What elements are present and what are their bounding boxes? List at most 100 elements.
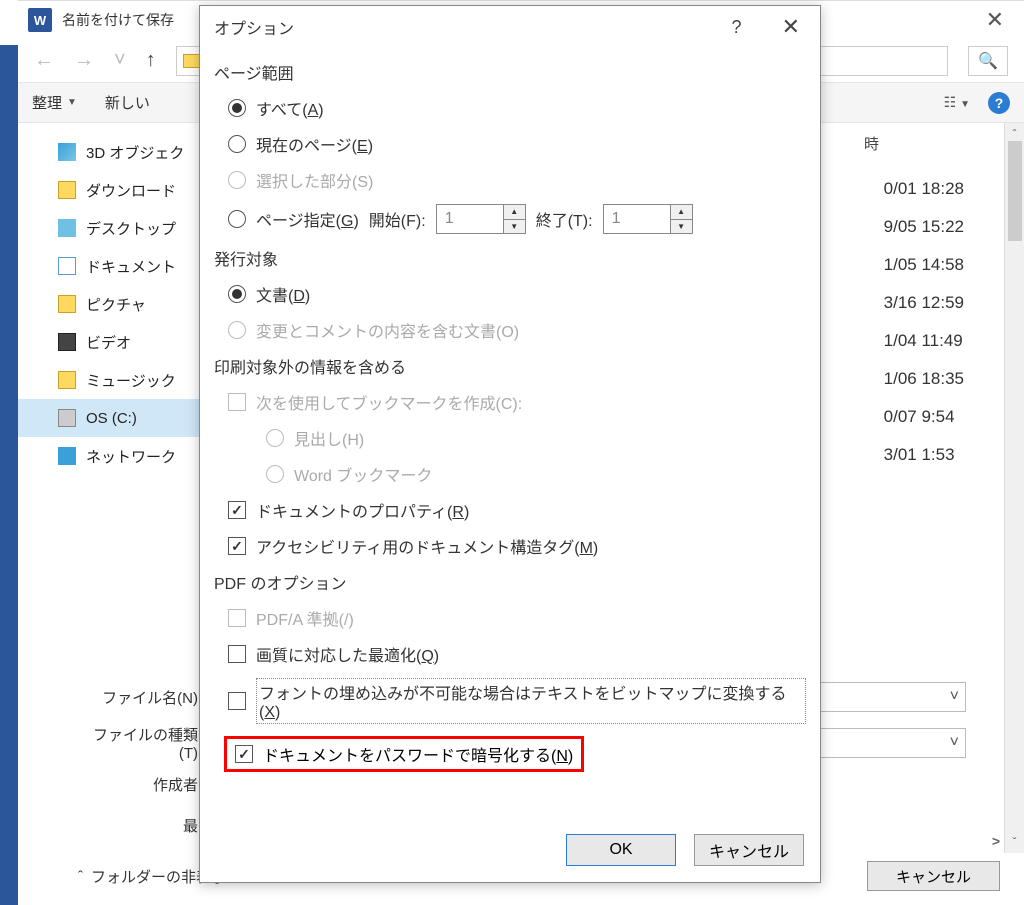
check-encrypt-label[interactable]: ドキュメントをパスワードで暗号化する(N): [263, 742, 573, 766]
pictures-icon: [58, 295, 76, 313]
range-from-label: 開始(F):: [369, 207, 426, 231]
radio-document[interactable]: 文書(D): [228, 282, 806, 306]
back-arrow-icon[interactable]: ←: [34, 49, 54, 72]
spin-up-icon[interactable]: ▲: [504, 205, 525, 220]
checkbox-icon: [228, 393, 246, 411]
section-pdf: PDF のオプション: [214, 570, 806, 594]
checkbox-icon: [228, 692, 246, 710]
tree-item-network[interactable]: ネットワーク: [58, 437, 218, 475]
tree-item-desktop[interactable]: デスクトップ: [58, 209, 218, 247]
app-edge: [0, 45, 18, 905]
check-pdfa: PDF/A 準拠(/): [228, 606, 806, 630]
checkbox-icon: [228, 645, 246, 663]
check-bookmarks: 次を使用してブックマークを作成(C):: [228, 390, 806, 414]
ok-button[interactable]: OK: [566, 834, 676, 866]
radio-all[interactable]: すべて(A): [228, 96, 806, 120]
check-accessibility[interactable]: アクセシビリティ用のドキュメント構造タグ(M): [228, 534, 806, 558]
range-from-input[interactable]: 1 ▲▼: [436, 204, 526, 234]
recent-label: 最: [78, 815, 198, 836]
organize-menu[interactable]: 整理▼: [32, 92, 77, 113]
tree-item-os-c[interactable]: OS (C:): [18, 399, 218, 437]
radio-headings: 見出し(H): [266, 426, 806, 450]
tree-item-pictures[interactable]: ピクチャ: [58, 285, 218, 323]
recent-caret-icon[interactable]: ˅: [114, 49, 126, 72]
section-page-range: ページ範囲: [214, 60, 806, 84]
radio-icon: [228, 210, 246, 228]
scroll-up-icon[interactable]: ˆ: [1013, 127, 1017, 141]
view-menu[interactable]: ☷ ▼: [944, 94, 970, 111]
radio-selection: 選択した部分(S): [228, 168, 806, 192]
tree-item-videos[interactable]: ビデオ: [58, 323, 218, 361]
new-folder-menu[interactable]: 新しい: [105, 92, 150, 113]
checkbox-icon: [228, 609, 246, 627]
col-date-header[interactable]: 時: [864, 133, 879, 154]
spin-up-icon[interactable]: ▲: [671, 205, 692, 220]
desktop-icon: [58, 219, 76, 237]
file-date: 3/16 12:59: [884, 293, 964, 331]
file-date: 3/01 1:53: [884, 445, 964, 483]
file-date: 1/05 14:58: [884, 255, 964, 293]
caret-down-icon: ▼: [67, 97, 77, 108]
drive-icon: [58, 409, 76, 427]
filetype-label: ファイルの種類(T): [78, 724, 198, 762]
up-arrow-icon[interactable]: ↑: [146, 49, 156, 72]
range-to-input[interactable]: 1 ▲▼: [603, 204, 693, 234]
file-date: 0/07 9:54: [884, 407, 964, 445]
videos-icon: [58, 333, 76, 351]
chevron-up-icon: ˆ: [78, 868, 83, 885]
folder-icon: [183, 54, 201, 68]
range-to-label: 終了(T):: [536, 207, 593, 231]
objects3d-icon: [58, 143, 76, 161]
tree-item-documents[interactable]: ドキュメント: [58, 247, 218, 285]
word-icon: W: [28, 8, 52, 32]
tree-item-3dobjects[interactable]: 3D オブジェク: [58, 133, 218, 171]
spin-down-icon[interactable]: ▼: [671, 220, 692, 234]
filename-label: ファイル名(N): [78, 687, 198, 708]
radio-document-markup: 変更とコメントの内容を含む文書(O): [228, 318, 806, 342]
radio-icon: [266, 465, 284, 483]
check-bitmap[interactable]: フォントの埋め込みが不可能な場合はテキストをビットマップに変換する(X): [228, 678, 806, 724]
check-encrypt-highlight: ドキュメントをパスワードで暗号化する(N): [224, 736, 584, 772]
network-icon: [58, 447, 76, 465]
radio-icon: [228, 171, 246, 189]
music-icon: [58, 371, 76, 389]
options-close-icon[interactable]: ✕: [776, 14, 806, 40]
options-dialog: オプション ? ✕ ページ範囲 すべて(A) 現在のページ(E) 選択した部分(…: [199, 5, 821, 883]
radio-icon: [228, 135, 246, 153]
file-date: 1/06 18:35: [884, 369, 964, 407]
documents-icon: [58, 257, 76, 275]
spin-down-icon[interactable]: ▼: [504, 220, 525, 234]
section-include: 印刷対象外の情報を含める: [214, 354, 806, 378]
file-date: 0/01 18:28: [884, 179, 964, 217]
file-date: 9/05 15:22: [884, 217, 964, 255]
author-label: 作成者: [78, 774, 198, 795]
downloads-icon: [58, 181, 76, 199]
radio-word-bookmarks: Word ブックマーク: [266, 462, 806, 486]
cancel-button[interactable]: キャンセル: [694, 834, 804, 866]
options-titlebar: オプション ? ✕: [200, 6, 820, 48]
checkbox-icon: [228, 501, 246, 519]
radio-icon: [228, 321, 246, 339]
check-properties[interactable]: ドキュメントのプロパティ(R): [228, 498, 806, 522]
search-box[interactable]: 🔍: [968, 46, 1008, 76]
radio-page-range[interactable]: ページ指定(G) 開始(F): 1 ▲▼ 終了(T): 1 ▲▼: [228, 204, 806, 234]
help-icon[interactable]: ?: [988, 92, 1010, 114]
tree-item-music[interactable]: ミュージック: [58, 361, 218, 399]
radio-icon: [228, 99, 246, 117]
checkbox-icon: [228, 537, 246, 555]
checkbox-icon[interactable]: [235, 745, 253, 763]
saveas-close-icon[interactable]: ✕: [976, 7, 1014, 33]
forward-arrow-icon[interactable]: →: [74, 49, 94, 72]
options-help-icon[interactable]: ?: [726, 17, 748, 38]
saveas-cancel-button[interactable]: キャンセル: [867, 861, 1000, 891]
section-publish: 発行対象: [214, 246, 806, 270]
check-quality[interactable]: 画質に対応した最適化(Q): [228, 642, 806, 666]
radio-icon: [228, 285, 246, 303]
options-title: オプション: [214, 15, 294, 39]
file-date: 1/04 11:49: [884, 331, 964, 369]
radio-current-page[interactable]: 現在のページ(E): [228, 132, 806, 156]
radio-icon: [266, 429, 284, 447]
scrollbar-thumb[interactable]: [1008, 141, 1022, 241]
saveas-title: 名前を付けて保存: [62, 10, 174, 30]
tree-item-downloads[interactable]: ダウンロード: [58, 171, 218, 209]
